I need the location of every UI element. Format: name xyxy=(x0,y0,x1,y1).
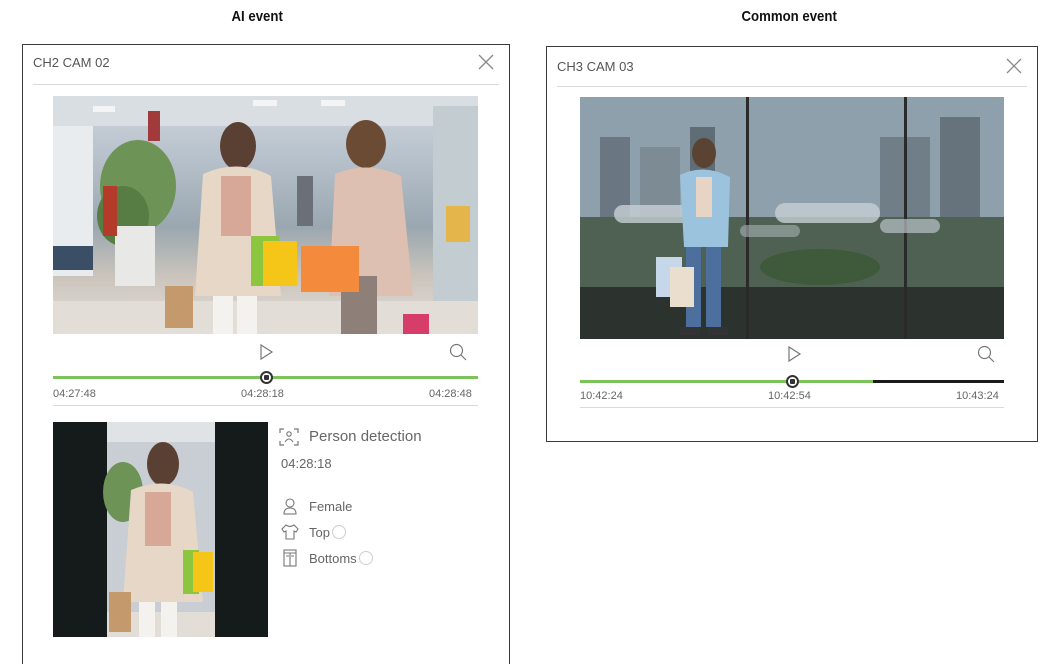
camera-title: CH2 CAM 02 xyxy=(33,55,110,70)
person-detection-icon xyxy=(279,428,299,446)
color-swatch xyxy=(358,551,373,565)
attribute-top: Top xyxy=(281,523,346,541)
search-icon[interactable] xyxy=(977,345,995,363)
event-video[interactable] xyxy=(580,97,1004,339)
event-timeline[interactable] xyxy=(53,369,478,385)
common-event-popup: CH3 CAM 03 10:42:24 10:42:54 10:43:24 xyxy=(546,46,1038,442)
ai-event-popup: CH2 CAM 02 04:27:48 04:28:18 04:28:48 Pe… xyxy=(22,44,510,664)
entrance-scene-image xyxy=(580,97,1004,339)
play-icon[interactable] xyxy=(785,345,803,363)
color-swatch xyxy=(331,525,346,539)
detection-time: 04:28:18 xyxy=(281,456,332,471)
attribute-label: Female xyxy=(309,498,353,514)
search-icon[interactable] xyxy=(449,343,467,361)
detection-type-label: Person detection xyxy=(309,428,422,445)
event-video[interactable] xyxy=(53,96,478,334)
play-icon[interactable] xyxy=(257,343,275,361)
divider xyxy=(53,405,478,406)
timeline-start-time: 10:42:24 xyxy=(580,390,623,402)
attribute-label: Top xyxy=(309,524,330,540)
popup-header: CH3 CAM 03 xyxy=(557,47,1027,87)
popup-header: CH2 CAM 02 xyxy=(33,45,499,85)
camera-title: CH3 CAM 03 xyxy=(557,59,634,74)
timeline-unrecorded-segment xyxy=(872,380,1004,383)
person-crop-image xyxy=(103,422,215,637)
attribute-label: Bottoms xyxy=(309,550,357,566)
divider xyxy=(580,407,1004,408)
top-clothing-icon xyxy=(281,524,299,540)
ai-event-section-title: AI event xyxy=(231,8,283,25)
timeline-playhead[interactable] xyxy=(259,371,273,384)
timeline-playhead[interactable] xyxy=(786,375,799,388)
attribute-bottoms: Bottoms xyxy=(281,549,373,567)
person-icon xyxy=(283,498,297,515)
timeline-current-time: 04:28:18 xyxy=(241,388,284,400)
attribute-gender: Female xyxy=(281,497,352,515)
timeline-end-time: 04:28:48 xyxy=(429,388,472,400)
timeline-start-time: 04:27:48 xyxy=(53,388,96,400)
event-timeline[interactable] xyxy=(580,373,1004,389)
close-icon[interactable] xyxy=(477,53,495,71)
close-icon[interactable] xyxy=(1005,57,1023,75)
common-event-section-title: Common event xyxy=(741,8,837,25)
bottoms-clothing-icon xyxy=(283,549,297,567)
detection-thumbnail[interactable] xyxy=(53,422,268,637)
timeline-current-time: 10:42:54 xyxy=(768,390,811,402)
mall-scene-image xyxy=(53,96,478,334)
timeline-end-time: 10:43:24 xyxy=(956,390,999,402)
